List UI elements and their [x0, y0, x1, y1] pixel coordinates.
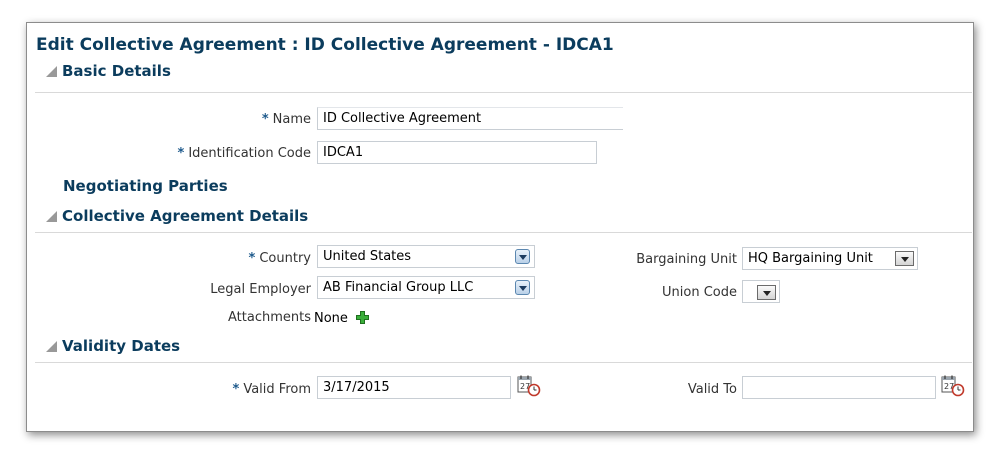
section-basic-details[interactable]: Basic Details — [46, 62, 171, 80]
edit-collective-agreement-panel: Edit Collective Agreement : ID Collectiv… — [26, 22, 974, 432]
name-label: * Name — [137, 112, 311, 127]
chevron-down-icon[interactable] — [895, 251, 914, 266]
section-collective-agreement-details[interactable]: Collective Agreement Details — [46, 207, 308, 225]
divider — [35, 232, 972, 233]
required-marker: * — [248, 251, 256, 266]
valid-to-field[interactable] — [742, 376, 936, 399]
valid-from-field[interactable]: 3/17/2015 — [317, 376, 511, 399]
name-field[interactable]: ID Collective Agreement — [317, 107, 623, 130]
name-label-text: Name — [272, 112, 311, 127]
identification-code-field[interactable]: IDCA1 — [317, 141, 597, 164]
divider — [35, 92, 972, 93]
valid-from-label-text: Valid From — [243, 382, 311, 397]
section-negotiating-parties[interactable]: Negotiating Parties — [48, 177, 228, 195]
identification-code-label-text: Identification Code — [188, 146, 311, 161]
chevron-down-icon[interactable] — [515, 280, 530, 295]
country-label-text: Country — [259, 251, 311, 266]
chevron-down-icon[interactable] — [515, 249, 530, 264]
legal-employer-select[interactable]: AB Financial Group LLC — [317, 276, 535, 299]
triangle-collapsed-icon — [48, 179, 57, 193]
country-label: * Country — [167, 251, 311, 266]
required-marker: * — [232, 382, 240, 397]
triangle-expanded-icon — [46, 211, 57, 222]
divider — [35, 362, 972, 363]
valid-from-label: * Valid From — [167, 382, 311, 397]
triangle-expanded-icon — [46, 66, 57, 77]
calendar-icon[interactable]: 27 — [941, 375, 965, 397]
bargaining-unit-select-value: HQ Bargaining Unit — [748, 251, 873, 266]
identification-code-label: * Identification Code — [107, 146, 311, 161]
bargaining-unit-label: Bargaining Unit — [636, 252, 737, 267]
section-collective-agreement-details-label: Collective Agreement Details — [62, 207, 309, 225]
section-validity-dates[interactable]: Validity Dates — [46, 337, 180, 355]
section-validity-dates-label: Validity Dates — [62, 337, 181, 355]
triangle-expanded-icon — [46, 341, 57, 352]
union-code-label: Union Code — [662, 285, 737, 300]
union-code-select[interactable] — [742, 280, 780, 303]
legal-employer-select-value: AB Financial Group LLC — [323, 280, 474, 295]
section-negotiating-parties-label: Negotiating Parties — [63, 177, 228, 195]
attachments-label: Attachments — [228, 310, 311, 325]
section-basic-details-label: Basic Details — [62, 62, 171, 80]
country-select[interactable]: United States — [317, 245, 535, 268]
required-marker: * — [177, 146, 185, 161]
valid-to-label: Valid To — [687, 382, 737, 397]
chevron-down-icon[interactable] — [757, 285, 776, 300]
required-marker: * — [261, 112, 269, 127]
page-title: Edit Collective Agreement : ID Collectiv… — [36, 35, 614, 55]
legal-employer-label: Legal Employer — [210, 282, 311, 297]
calendar-icon[interactable]: 27 — [517, 375, 541, 397]
add-attachment-plus-icon[interactable] — [356, 311, 369, 324]
bargaining-unit-select[interactable]: HQ Bargaining Unit — [742, 247, 918, 270]
country-select-value: United States — [323, 249, 412, 264]
attachments-value: None — [314, 311, 348, 326]
